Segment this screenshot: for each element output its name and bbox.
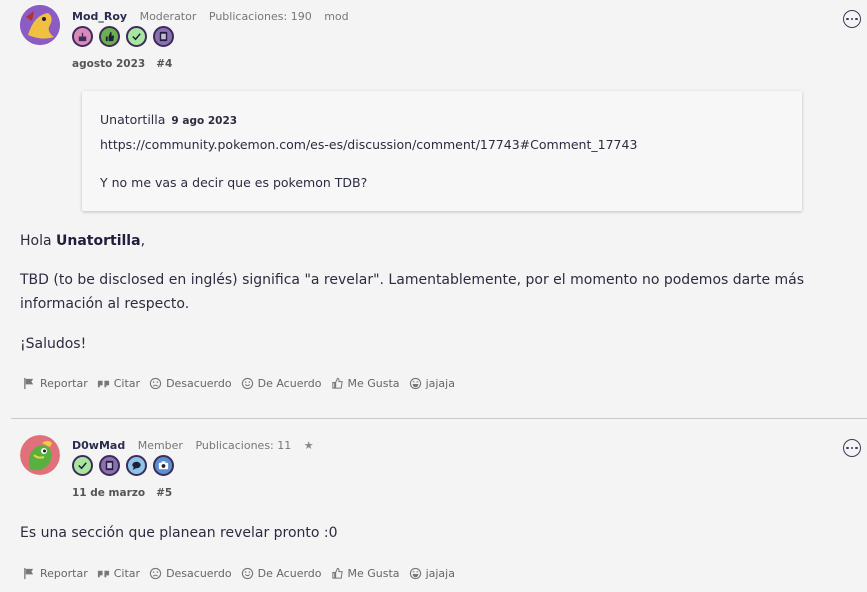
agree-label: De Acuerdo xyxy=(257,567,322,580)
author-name[interactable]: D0wMad xyxy=(72,439,125,452)
post-count: Publicaciones: 11 xyxy=(195,439,292,452)
reaction-bar: Reportar Citar Desacuerdo De Acuerdo Me … xyxy=(23,377,464,390)
frown-icon xyxy=(149,567,162,580)
cake-icon[interactable] xyxy=(72,26,93,47)
options-menu-icon[interactable] xyxy=(843,439,861,457)
lol-label: jajaja xyxy=(425,377,455,390)
agree-button[interactable]: De Acuerdo xyxy=(241,567,322,580)
greeting-suffix: , xyxy=(140,233,146,249)
quote-header: Unatortilla 9 ago 2023 xyxy=(100,112,237,127)
agree-label: De Acuerdo xyxy=(257,377,322,390)
pokeball-icon[interactable] xyxy=(99,455,120,476)
disagree-button[interactable]: Desacuerdo xyxy=(149,377,232,390)
reaction-bar: Reportar Citar Desacuerdo De Acuerdo Me … xyxy=(23,567,464,580)
star-icon: ★ xyxy=(303,439,314,452)
badge-list xyxy=(72,26,174,47)
pokeball-icon[interactable] xyxy=(153,26,174,47)
date-text: agosto 2023 xyxy=(72,58,146,70)
quote-icon xyxy=(97,380,109,388)
report-label: Reportar xyxy=(40,377,88,390)
frown-icon xyxy=(149,377,162,390)
quote-link[interactable]: https://community.pokemon.com/es-es/disc… xyxy=(100,137,637,152)
laugh-icon xyxy=(409,377,421,390)
post-date[interactable]: 11 de marzo #5 xyxy=(72,487,172,499)
disagree-label: Desacuerdo xyxy=(166,567,232,580)
check-icon[interactable] xyxy=(126,26,147,47)
greeting-prefix: Hola xyxy=(20,233,57,249)
like-label: Me Gusta xyxy=(347,567,400,580)
post-paragraph: TBD (to be disclosed en inglés) signific… xyxy=(20,272,805,312)
quote-label: Citar xyxy=(113,567,141,580)
post-meta: D0wMad Member Publicaciones: 11 ★ xyxy=(72,439,314,452)
report-label: Reportar xyxy=(40,567,88,580)
quote-date[interactable]: 9 ago 2023 xyxy=(171,115,237,127)
post-count: Publicaciones: 190 xyxy=(208,10,312,23)
author-tag: mod xyxy=(324,10,349,23)
report-button[interactable]: Reportar xyxy=(23,377,88,390)
lol-button[interactable]: jajaja xyxy=(409,377,455,390)
disagree-label: Desacuerdo xyxy=(166,377,232,390)
quote-text: Y no me vas a decir que es pokemon TDB? xyxy=(100,175,368,190)
post-paragraph: Es una sección que planean revelar pront… xyxy=(20,525,338,541)
like-button[interactable]: Me Gusta xyxy=(331,377,400,390)
like-label: Me Gusta xyxy=(347,377,400,390)
flag-icon xyxy=(24,377,34,390)
quote-label: Citar xyxy=(113,377,141,390)
mention[interactable]: Unatortilla xyxy=(56,233,141,249)
laugh-icon xyxy=(409,567,421,580)
quote-block: Unatortilla 9 ago 2023 https://community.… xyxy=(82,91,802,211)
post-meta: Mod_Roy Moderator Publicaciones: 190 mod xyxy=(72,10,349,23)
author-role: Member xyxy=(137,439,183,452)
date-text: 11 de marzo xyxy=(72,487,146,499)
options-menu-icon[interactable] xyxy=(843,10,861,28)
thumbs-up-icon xyxy=(331,567,343,579)
quote-button[interactable]: Citar xyxy=(97,567,140,580)
thumbs-up-icon[interactable] xyxy=(99,26,120,47)
quote-icon xyxy=(97,570,109,578)
speech-icon[interactable] xyxy=(126,455,147,476)
badge-list xyxy=(72,455,174,476)
lol-label: jajaja xyxy=(425,567,455,580)
thumbs-up-icon xyxy=(331,377,343,389)
author-name[interactable]: Mod_Roy xyxy=(72,10,127,23)
quote-button[interactable]: Citar xyxy=(97,377,140,390)
post-divider xyxy=(11,418,867,419)
camera-icon[interactable] xyxy=(153,455,174,476)
post-date[interactable]: agosto 2023 #4 xyxy=(72,58,172,70)
post-number[interactable]: #4 xyxy=(156,58,172,70)
avatar[interactable] xyxy=(20,5,60,45)
lol-button[interactable]: jajaja xyxy=(409,567,455,580)
disagree-button[interactable]: Desacuerdo xyxy=(149,567,232,580)
avatar[interactable] xyxy=(20,435,60,475)
flag-icon xyxy=(24,567,34,580)
report-button[interactable]: Reportar xyxy=(23,567,88,580)
post-number[interactable]: #5 xyxy=(156,487,172,499)
author-role: Moderator xyxy=(139,10,197,23)
agree-button[interactable]: De Acuerdo xyxy=(241,377,322,390)
post-closing: ¡Saludos! xyxy=(20,336,87,352)
greeting: Hola Unatortilla, xyxy=(20,229,860,253)
smile-icon xyxy=(241,567,253,580)
like-button[interactable]: Me Gusta xyxy=(331,567,400,580)
quote-author[interactable]: Unatortilla xyxy=(100,112,165,127)
check-icon[interactable] xyxy=(72,455,93,476)
smile-icon xyxy=(241,377,253,390)
